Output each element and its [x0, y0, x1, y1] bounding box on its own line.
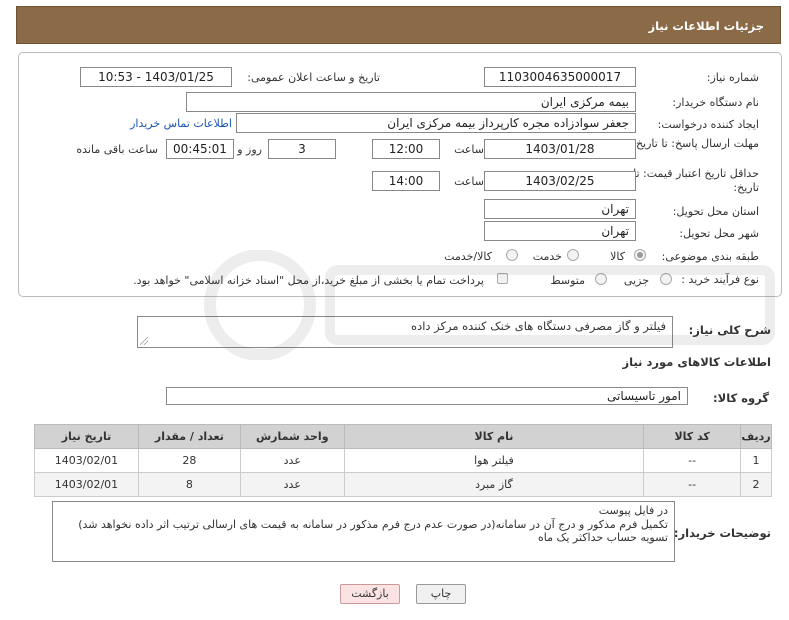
description-text: فیلتر و گاز مصرفی دستگاه های خنک کننده م…: [411, 319, 666, 333]
description-textarea: فیلتر و گاز مصرفی دستگاه های خنک کننده م…: [137, 316, 673, 348]
cell-qty: 8: [137, 472, 241, 497]
treasury-docs-checkbox[interactable]: [497, 273, 508, 284]
description-label: شرح کلی نیاز:: [688, 323, 771, 337]
buyer-notes-line: در فایل پیوست: [598, 504, 668, 517]
table-row: 2 -- گاز مبرد عدد 8 1403/02/01: [34, 472, 772, 497]
page-title: جزئیات اطلاعات نیاز: [16, 6, 781, 44]
buyer-notes-line: تسویه حساب حداکثر یک ماه: [538, 531, 668, 544]
days-label: روز و: [237, 143, 262, 156]
cell-date: 1403/02/01: [34, 472, 139, 497]
cell-name: گاز مبرد: [343, 472, 645, 497]
items-table: ردیف کد کالا نام کالا واحد شمارش تعداد /…: [34, 424, 772, 497]
category-option-goods: کالا: [610, 250, 625, 263]
col-unit: واحد شمارش: [239, 424, 345, 449]
buyer-org-label: نام دستگاه خریدار:: [672, 96, 759, 109]
remaining-label: ساعت باقی مانده: [76, 143, 158, 156]
reply-deadline-label: مهلت ارسال پاسخ: تا تاریخ:: [632, 137, 759, 150]
cell-code: --: [643, 448, 742, 473]
buyer-org-value: بیمه مرکزی ایران: [186, 92, 636, 112]
col-name: نام کالا: [343, 424, 645, 449]
delivery-province-value: تهران: [484, 199, 636, 219]
col-row: ردیف: [740, 424, 772, 449]
item-group-value: امور تاسیساتی: [166, 387, 688, 405]
price-validity-date: 1403/02/25: [484, 171, 636, 191]
reply-deadline-time: 12:00: [372, 139, 440, 159]
category-radio-goods-service[interactable]: [506, 249, 518, 261]
process-type-label: نوع فرآیند خرید :: [681, 273, 759, 286]
category-option-service: خدمت: [532, 250, 562, 263]
resize-grip-icon[interactable]: [140, 337, 148, 345]
page: جزئیات اطلاعات نیاز شماره نیاز: 11030046…: [0, 0, 789, 620]
price-validity-time: 14:00: [372, 171, 440, 191]
buyer-notes-line: تکمیل فرم مذکور و درج آن در سامانه(در صو…: [78, 517, 668, 531]
cell-row: 2: [740, 472, 772, 497]
buyer-notes-label: توضیحات خریدار:: [673, 526, 771, 540]
category-option-goods-service: کالا/خدمت: [444, 250, 492, 263]
items-section-title: اطلاعات کالاهای مورد نیاز: [622, 355, 771, 369]
remaining-time: 00:45:01: [166, 139, 234, 159]
cell-qty: 28: [137, 448, 241, 473]
requester-label: ایجاد کننده درخواست:: [657, 118, 759, 131]
reply-days: 3: [268, 139, 336, 159]
process-option-minor: جزیی: [623, 274, 649, 287]
reply-deadline-date: 1403/01/28: [484, 139, 636, 159]
col-qty: تعداد / مقدار: [137, 424, 241, 449]
treasury-docs-note: پرداخت تمام یا بخشی از مبلغ خرید،از محل …: [133, 274, 484, 287]
buyer-notes-box: در فایل پیوست تکمیل فرم مذکور و درج آن د…: [52, 501, 675, 562]
announce-datetime-value: 1403/01/25 - 10:53: [80, 67, 232, 87]
col-code: کد کالا: [643, 424, 742, 449]
delivery-city-label: شهر محل تحویل:: [679, 227, 759, 240]
price-time-label: ساعت: [454, 175, 484, 188]
announce-datetime-label: تاریخ و ساعت اعلان عمومی:: [247, 71, 380, 84]
cell-code: --: [643, 472, 742, 497]
need-number-value: 1103004635000017: [484, 67, 636, 87]
category-radio-goods[interactable]: [634, 249, 646, 261]
delivery-province-label: استان محل تحویل:: [672, 205, 759, 218]
back-button[interactable]: بازگشت: [340, 584, 400, 604]
col-date: تاریخ نیاز: [34, 424, 139, 449]
cell-row: 1: [740, 448, 772, 473]
requester-value: جعفر سوادزاده مجره کارپرداز بیمه مرکزی ا…: [236, 113, 636, 133]
cell-unit: عدد: [239, 448, 345, 473]
print-button[interactable]: چاپ: [416, 584, 466, 604]
reply-time-label: ساعت: [454, 143, 484, 156]
price-validity-label: حداقل تاریخ اعتبار قیمت: تا تاریخ:: [633, 167, 759, 194]
delivery-city-value: تهران: [484, 221, 636, 241]
cell-unit: عدد: [239, 472, 345, 497]
need-number-label: شماره نیاز:: [706, 71, 759, 84]
buyer-contact-link[interactable]: اطلاعات تماس خریدار: [130, 117, 232, 130]
process-option-medium: متوسط: [550, 274, 585, 287]
category-radio-service[interactable]: [567, 249, 579, 261]
table-row: 1 -- فیلتر هوا عدد 28 1403/02/01: [34, 448, 772, 473]
process-radio-minor[interactable]: [660, 273, 672, 285]
cell-name: فیلتر هوا: [343, 448, 645, 473]
item-group-label: گروه کالا:: [713, 391, 769, 405]
category-label: طبقه بندی موضوعی:: [661, 250, 759, 263]
cell-date: 1403/02/01: [34, 448, 139, 473]
table-header-row: ردیف کد کالا نام کالا واحد شمارش تعداد /…: [34, 424, 772, 449]
process-radio-medium[interactable]: [595, 273, 607, 285]
